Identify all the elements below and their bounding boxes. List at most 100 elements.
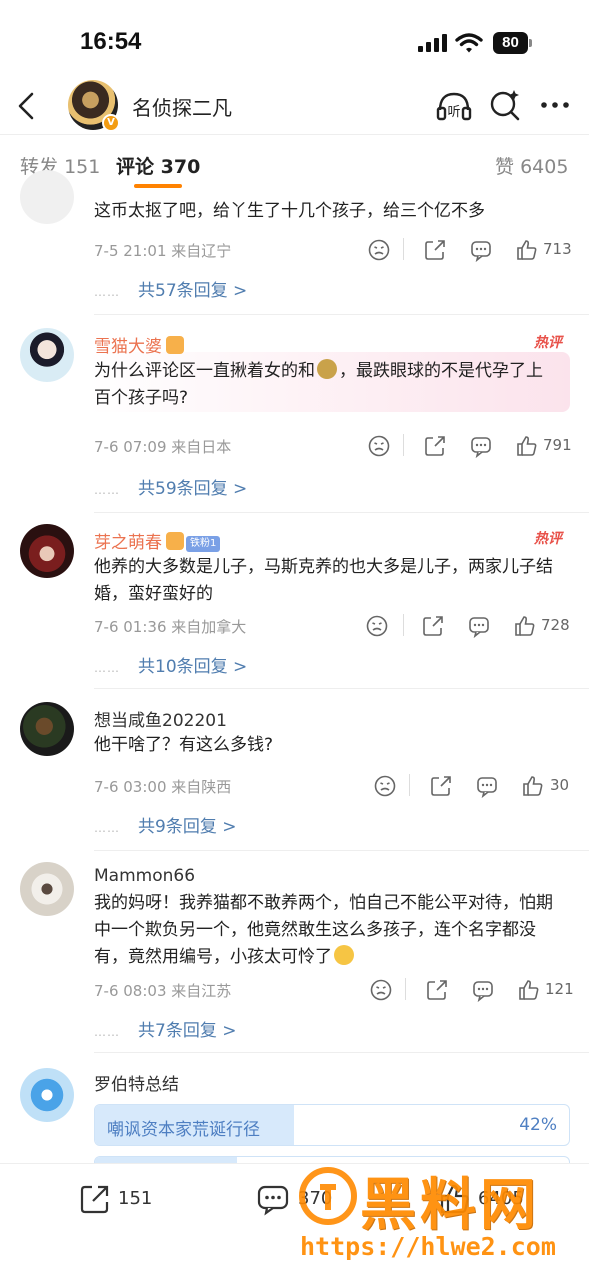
cellular-signal-icon <box>418 34 448 52</box>
like-thumb-icon[interactable] <box>513 614 537 638</box>
nav-header: V 名侦探二凡 听 <box>0 80 589 132</box>
share-icon[interactable] <box>423 434 447 458</box>
member-crown-icon <box>166 532 184 550</box>
commenter-avatar[interactable] <box>20 524 74 578</box>
comment-meta: 7-6 08:03 来自江苏 <box>94 982 232 1000</box>
bottom-action-bar: 151 370 6405 <box>0 1163 589 1280</box>
commenter-avatar[interactable] <box>20 328 74 382</box>
commenter-avatar[interactable] <box>20 1068 74 1122</box>
status-bar: 16:54 80 <box>0 0 589 80</box>
listen-label: 听 <box>447 105 460 120</box>
reply-count: 共57条回复 > <box>138 281 248 301</box>
comment-text: 为什么评论区一直揪着女的和 ，最跌眼球的不是代孕了上百个孩子吗? <box>94 358 554 412</box>
poll-option[interactable]: 嘲讽资本家荒诞行径 42% <box>94 1104 570 1146</box>
reply-bubble-icon[interactable] <box>471 978 495 1002</box>
comment-count: 370 <box>298 1188 333 1209</box>
commenter-avatar[interactable] <box>20 170 74 224</box>
view-replies-link[interactable]: …… 共7条回复 > <box>94 1016 236 1041</box>
tab-forward-count: 151 <box>64 156 101 178</box>
comment-divider <box>94 314 589 315</box>
comment-meta: 7-6 07:09 来自日本 <box>94 438 232 456</box>
view-replies-link[interactable]: …… 共9条回复 > <box>94 812 236 837</box>
comment-text: 这币太抠了吧，给丫生了十几个孩子，给三个亿不多 <box>94 201 485 221</box>
like-thumb-icon[interactable] <box>517 978 541 1002</box>
like-thumb-icon[interactable] <box>515 434 539 458</box>
dislike-face-icon[interactable] <box>367 434 391 458</box>
commenter-name[interactable]: 雪猫大婆 <box>94 332 184 357</box>
fan-level-badge: 铁粉1 <box>186 536 221 552</box>
reply-bubble-icon[interactable] <box>475 774 499 798</box>
reply-dots: …… <box>94 285 120 299</box>
battery-level: 80 <box>493 32 528 54</box>
share-icon[interactable] <box>429 774 453 798</box>
forward-icon[interactable] <box>78 1182 112 1216</box>
search-icon[interactable] <box>489 88 521 122</box>
comment-divider <box>94 688 589 689</box>
dislike-face-icon[interactable] <box>365 614 389 638</box>
battery-icon: 80 <box>493 32 533 54</box>
commenter-name-text: 雪猫大婆 <box>94 337 162 357</box>
like-count: 121 <box>545 980 574 998</box>
commenter-name-text: 芽之萌春 <box>94 533 162 553</box>
like-count: 728 <box>541 616 570 634</box>
tab-likes[interactable]: 赞 6405 <box>495 152 568 179</box>
member-crown-icon <box>166 336 184 354</box>
reply-dots: …… <box>94 661 120 675</box>
like-count: 791 <box>543 436 572 454</box>
more-options-icon[interactable] <box>539 92 571 118</box>
like-icon[interactable] <box>438 1182 472 1216</box>
reply-bubble-icon[interactable] <box>467 614 491 638</box>
share-icon[interactable] <box>425 978 449 1002</box>
back-arrow-icon[interactable] <box>12 88 42 124</box>
reply-bubble-icon[interactable] <box>469 434 493 458</box>
like-count: 713 <box>543 240 572 258</box>
tab-bar: 转发 151 评论 370 赞 6405 <box>0 140 589 188</box>
reply-dots: …… <box>94 483 120 497</box>
commenter-name[interactable]: 想当咸鱼202201 <box>94 706 227 731</box>
comment-meta: 7-6 03:00 来自陕西 <box>94 778 232 796</box>
forward-count: 151 <box>118 1188 153 1209</box>
view-replies-link[interactable]: …… 共59条回复 > <box>94 474 247 499</box>
like-count-total: 6405 <box>478 1188 524 1209</box>
dislike-face-icon[interactable] <box>373 774 397 798</box>
reply-dots: …… <box>94 821 120 835</box>
view-replies-link[interactable]: …… 共10条回复 > <box>94 652 247 677</box>
comment-text: 他干啥了？有这么多钱? <box>94 735 274 755</box>
tab-comments[interactable]: 评论 370 <box>116 152 200 179</box>
tab-comments-count: 370 <box>160 156 201 178</box>
comment-divider <box>94 1052 589 1053</box>
view-replies-link[interactable]: …… 共57条回复 > <box>94 276 247 301</box>
comment-text-body: 我的妈呀！我养猫都不敢养两个，怕自己不能公平对待，怕期中一个欺负另一个，他竟然敢… <box>94 893 553 967</box>
commenter-avatar[interactable] <box>20 702 74 756</box>
header-divider <box>0 134 589 135</box>
listen-headphones-icon[interactable]: 听 <box>436 88 472 124</box>
commenter-avatar[interactable] <box>20 862 74 916</box>
author-name[interactable]: 名侦探二凡 <box>132 92 232 121</box>
comment-text-part1: 为什么评论区一直揪着女的和 <box>94 361 315 381</box>
commenter-name[interactable]: Mammon66 <box>94 866 195 886</box>
like-thumb-icon[interactable] <box>515 238 539 262</box>
like-thumb-icon[interactable] <box>521 774 545 798</box>
active-tab-indicator <box>134 184 182 188</box>
comment-icon[interactable] <box>256 1182 290 1216</box>
poll-option-label: 嘲讽资本家荒诞行径 <box>107 1120 260 1140</box>
reply-count: 共9条回复 > <box>138 817 237 837</box>
author-avatar[interactable]: V <box>68 80 120 132</box>
status-time: 16:54 <box>80 28 142 55</box>
wifi-icon <box>455 33 483 53</box>
dislike-face-icon[interactable] <box>369 978 393 1002</box>
reply-count: 共7条回复 > <box>138 1021 237 1041</box>
comment-divider <box>94 512 589 513</box>
reply-count: 共59条回复 > <box>138 479 248 499</box>
dislike-face-icon[interactable] <box>367 238 391 262</box>
commenter-name[interactable]: 芽之萌春 铁粉1 <box>94 528 221 553</box>
share-icon[interactable] <box>421 614 445 638</box>
comment-divider <box>94 850 589 851</box>
comment-text: 我的妈呀！我养猫都不敢养两个，怕自己不能公平对待，怕期中一个欺负另一个，他竟然敢… <box>94 890 554 971</box>
share-icon[interactable] <box>423 238 447 262</box>
commenter-name[interactable]: 罗伯特总结 <box>94 1070 179 1095</box>
comment-meta: 7-5 21:01 来自辽宁 <box>94 242 232 260</box>
hot-comment-badge: 热评 <box>534 531 562 547</box>
like-count: 30 <box>550 776 570 794</box>
reply-bubble-icon[interactable] <box>469 238 493 262</box>
